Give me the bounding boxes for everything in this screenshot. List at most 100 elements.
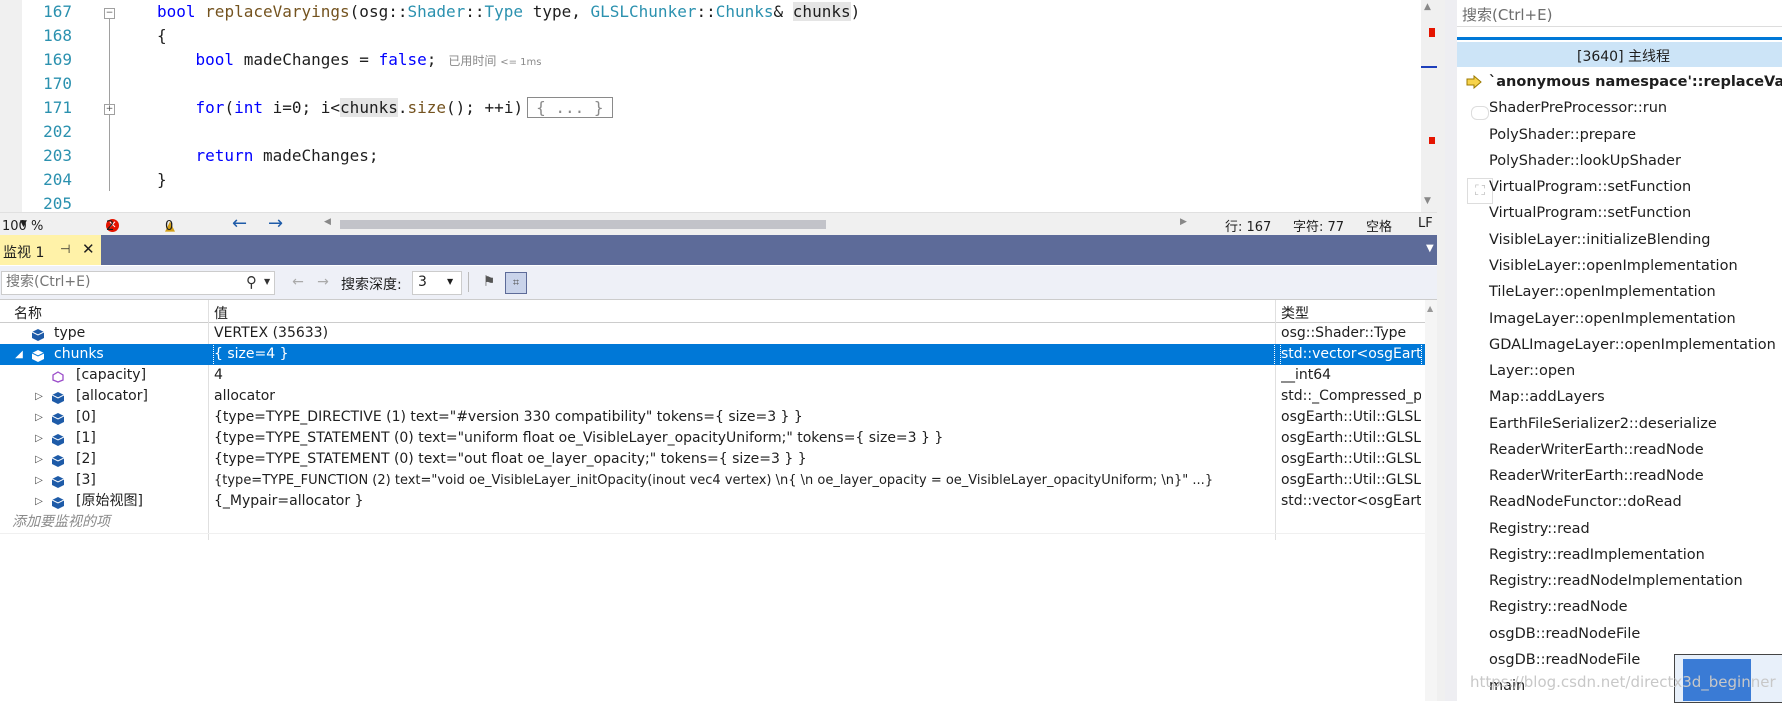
watch-value[interactable]: {type=TYPE_DIRECTIVE (1) text="#version … [214, 407, 1274, 428]
collapse-toggle-icon[interactable]: − [104, 8, 115, 19]
watch-row-selected[interactable]: ◢ chunks { size=4 } std::vector<osgEart.… [0, 343, 1425, 366]
scroll-up-arrow-icon[interactable]: ▲ [1424, 2, 1431, 12]
expand-chevron-icon[interactable]: ▷ [34, 428, 44, 449]
watch-value[interactable]: 4 [214, 365, 1274, 386]
column-header-value[interactable]: 值 [214, 303, 228, 323]
watch-row[interactable]: ▷ [原始视图] {_Mypair=allocator } std::vecto… [0, 491, 1425, 512]
add-watch-placeholder[interactable]: 添加要监视的项 [12, 512, 110, 533]
call-stack-frame[interactable]: Map::addLayers [1489, 389, 1605, 405]
expand-chevron-icon[interactable]: ▷ [34, 449, 44, 470]
line-number: 168 [43, 26, 72, 45]
hex-display-icon[interactable]: ⌗ [505, 272, 527, 294]
call-stack-frame[interactable]: Registry::readNode [1489, 599, 1628, 615]
watch-value[interactable]: allocator [214, 386, 1274, 407]
call-stack-frame[interactable]: PolyShader::prepare [1489, 127, 1636, 143]
column-header-type[interactable]: 类型 [1281, 303, 1309, 323]
breakpoint-gutter[interactable] [0, 0, 22, 212]
call-stack-search[interactable]: 搜索(Ctrl+E) [1457, 0, 1782, 27]
watch-row[interactable]: ▷ [0] {type=TYPE_DIRECTIVE (1) text="#ve… [0, 407, 1425, 428]
watch-type: osgEarth::Util::GLSL... [1281, 451, 1421, 467]
expand-chevron-icon[interactable]: ▷ [34, 491, 44, 512]
call-stack-frame[interactable]: ReadNodeFunctor::doRead [1489, 494, 1682, 510]
error-count-value: 2 [106, 219, 115, 234]
call-stack-frame[interactable]: osgDB::readNodeFile [1489, 626, 1640, 642]
call-stack-frame[interactable]: VirtualProgram::setFunction [1489, 179, 1691, 195]
watch-value[interactable]: {type=TYPE_STATEMENT (0) text="out float… [214, 449, 1274, 470]
column-header-name[interactable]: 名称 [14, 303, 42, 323]
watch-row[interactable]: ▷ [1] {type=TYPE_STATEMENT (0) text="uni… [0, 428, 1425, 449]
watch-value[interactable]: VERTEX (35633) [214, 323, 1274, 344]
line-ending-indicator[interactable]: LF [1418, 216, 1433, 231]
add-watch-row[interactable]: 添加要监视的项 [0, 512, 1425, 533]
watch-value[interactable]: {type=TYPE_STATEMENT (0) text="uniform f… [214, 428, 1274, 449]
call-stack-frame[interactable]: osgDB::readNodeFile [1489, 652, 1640, 668]
watch-value[interactable]: {type=TYPE_FUNCTION (2) text="void oe_Vi… [214, 470, 1274, 491]
code-line-204[interactable]: } [157, 168, 167, 192]
search-back-icon[interactable]: ← [288, 272, 308, 292]
panel-splitter-strip[interactable] [1445, 0, 1457, 701]
search-icon[interactable]: ⚲ [246, 273, 257, 291]
code-line-169[interactable]: bool madeChanges = false; 已用时间 <= 1ms [157, 48, 542, 75]
search-depth-select[interactable]: 3 ▼ [412, 271, 462, 295]
call-stack-frame[interactable]: ShaderPreProcessor::run [1489, 100, 1667, 116]
call-stack-progress [1457, 28, 1782, 40]
call-stack-frame[interactable]: ReaderWriterEarth::readNode [1489, 468, 1704, 484]
watch-row[interactable]: [capacity] 4 __int64 [0, 365, 1425, 386]
call-stack-frame[interactable]: Registry::readImplementation [1489, 547, 1705, 563]
code-line-203[interactable]: return madeChanges; [157, 144, 379, 168]
watch-vertical-scrollbar[interactable]: ▲ [1425, 300, 1437, 701]
watch-row[interactable]: ▷ [3] {type=TYPE_FUNCTION (2) text="void… [0, 470, 1425, 491]
horizontal-scroll-thumb[interactable] [340, 220, 826, 229]
call-stack-frame[interactable]: Layer::open [1489, 363, 1575, 379]
scroll-down-arrow-icon[interactable]: ▼ [1424, 196, 1431, 206]
call-stack-frame[interactable]: VisibleLayer::initializeBlending [1489, 232, 1710, 248]
thread-header[interactable]: [3640] 主线程 [1457, 42, 1782, 67]
code-text: { [157, 26, 167, 45]
scroll-left-arrow-icon[interactable]: ◀ [324, 217, 331, 227]
line-number: 204 [43, 170, 72, 189]
call-stack-frame[interactable]: PolyShader::lookUpShader [1489, 153, 1681, 169]
tab-watch-1[interactable]: 监视 1 ⊣ ✕ [0, 235, 101, 265]
collapse-chevron-icon[interactable]: ◢ [14, 344, 24, 365]
filter-pin-icon[interactable]: ⚑ [479, 272, 499, 292]
call-stack-frame[interactable]: GDALImageLayer::openImplementation [1489, 337, 1776, 353]
pin-icon[interactable]: ⊣ [60, 242, 70, 256]
collapsed-region[interactable]: { ... } [527, 97, 613, 118]
code-line-171[interactable]: for(int i=0; i<chunks.size(); ++i){ ... … [157, 96, 613, 120]
window-menu-chevron-icon[interactable]: ▼ [1426, 243, 1434, 254]
code-line-167[interactable]: bool replaceVaryings(osg::Shader::Type t… [157, 0, 860, 24]
code-line-168[interactable]: { [157, 24, 167, 48]
navigate-back-icon[interactable]: ← [232, 213, 247, 234]
scroll-up-arrow-icon[interactable]: ▲ [1427, 304, 1433, 313]
call-stack-frame[interactable]: VirtualProgram::setFunction [1489, 205, 1691, 221]
search-forward-icon[interactable]: → [313, 272, 333, 292]
current-frame-arrow-icon [1466, 75, 1482, 89]
expand-chevron-icon[interactable]: ▷ [34, 407, 44, 428]
watch-value[interactable]: {_Mypair=allocator } [214, 491, 1274, 512]
whitespace-indicator[interactable]: 空格 [1366, 216, 1392, 235]
chevron-down-icon[interactable]: ▼ [264, 277, 270, 286]
watch-row[interactable]: type VERTEX (35633) osg::Shader::Type [0, 323, 1425, 344]
call-stack-frame[interactable]: ReaderWriterEarth::readNode [1489, 442, 1704, 458]
expand-chevron-icon[interactable]: ▷ [34, 470, 44, 491]
variable-icon [31, 327, 45, 341]
editor-vertical-scrollbar[interactable]: ▲ ▼ [1421, 0, 1437, 212]
call-stack-frame[interactable]: ImageLayer::openImplementation [1489, 311, 1736, 327]
call-stack-frame[interactable]: Registry::read [1489, 521, 1590, 537]
call-stack-frame[interactable]: Registry::readNodeImplementation [1489, 573, 1743, 589]
code-editor[interactable]: 167 168 169 170 171 202 203 204 205 − + … [0, 0, 1437, 212]
scroll-right-arrow-icon[interactable]: ▶ [1180, 217, 1187, 227]
call-stack-frame[interactable]: VisibleLayer::openImplementation [1489, 258, 1738, 274]
watch-value[interactable]: { size=4 } [213, 343, 1275, 366]
watch-row[interactable]: ▷ [allocator] allocator std::_Compressed… [0, 386, 1425, 407]
watch-row[interactable]: ▷ [2] {type=TYPE_STATEMENT (0) text="out… [0, 449, 1425, 470]
call-stack-frame[interactable]: EarthFileSerializer2::deserialize [1489, 416, 1717, 432]
expand-toggle-icon[interactable]: + [104, 104, 115, 115]
perf-tip[interactable]: 已用时间 <= 1ms [448, 54, 541, 68]
call-stack-frame[interactable]: TileLayer::openImplementation [1489, 284, 1716, 300]
call-stack-frame[interactable]: `anonymous namespace'::replaceVaryings [1489, 74, 1782, 90]
close-icon[interactable]: ✕ [82, 240, 95, 258]
expand-chevron-icon[interactable]: ▷ [34, 386, 44, 407]
navigate-forward-icon[interactable]: → [268, 213, 283, 234]
watch-search-input[interactable] [2, 272, 240, 292]
